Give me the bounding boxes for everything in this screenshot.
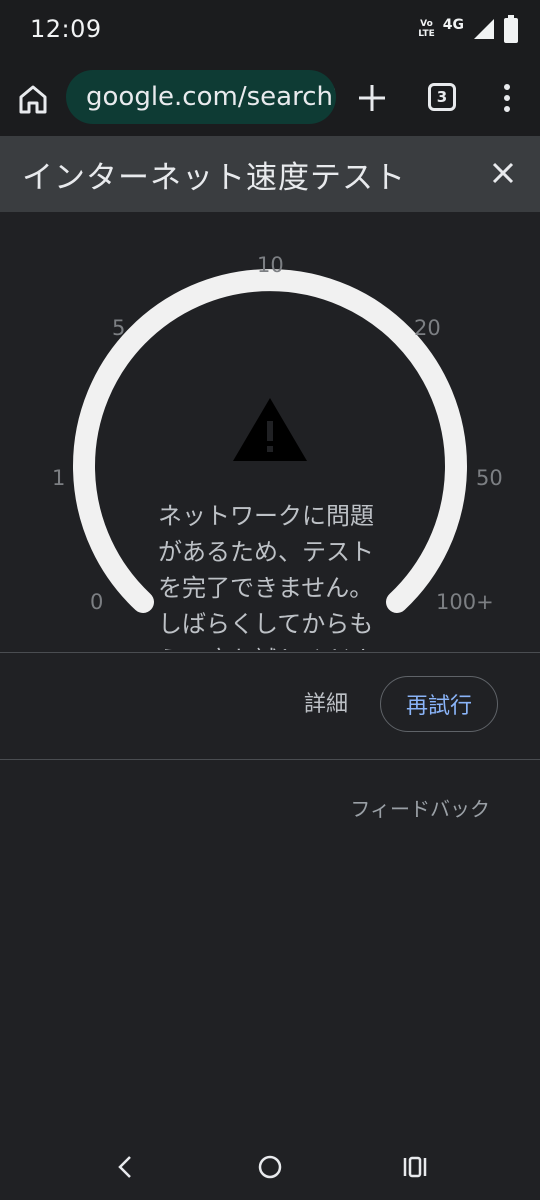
gauge-tick-5: 5 <box>112 316 126 340</box>
more-vert-icon[interactable] <box>496 80 518 116</box>
volte-top: Vo <box>420 19 433 29</box>
details-link[interactable]: 詳細 <box>304 686 348 718</box>
gauge-tick-1: 1 <box>52 466 66 490</box>
volte-bottom: LTE <box>418 29 435 39</box>
gauge-tick-20: 20 <box>414 316 441 340</box>
tabs-icon[interactable]: 3 <box>428 83 456 111</box>
gauge-tick-10: 10 <box>257 253 284 277</box>
error-message: ネットワークに問題があるため、テストを完了できません。しばらくしてからもう一度お… <box>158 502 374 650</box>
network-type: 4G <box>442 17 464 33</box>
divider <box>0 652 540 653</box>
panel-header: インターネット速度テスト <box>0 136 540 212</box>
warning-icon <box>233 398 307 461</box>
home-icon[interactable] <box>16 82 50 116</box>
plus-icon[interactable] <box>356 82 388 114</box>
panel-title: インターネット速度テスト <box>22 159 406 196</box>
status-time: 12:09 <box>30 15 102 43</box>
battery-icon <box>504 15 518 43</box>
system-nav-bar <box>0 1130 540 1200</box>
gauge-tick-0: 0 <box>90 590 104 614</box>
status-icons: Vo LTE 4G <box>418 15 518 43</box>
signal-icon <box>474 19 494 39</box>
url-bar[interactable]: google.com/search?q=speed+test <box>66 70 336 124</box>
browser-toolbar: google.com/search?q=speed+test 3 <box>0 58 540 136</box>
close-icon[interactable] <box>490 160 516 186</box>
back-icon[interactable] <box>114 1154 136 1180</box>
volte-indicator: Vo LTE <box>418 19 435 39</box>
feedback-link[interactable]: フィードバック <box>350 793 490 822</box>
gauge-tick-50: 50 <box>476 466 503 490</box>
gauge-tick-100: 100+ <box>436 590 494 614</box>
status-bar: 12:09 Vo LTE 4G <box>0 0 540 58</box>
url-text[interactable]: google.com/search?q=speed+test <box>86 82 336 112</box>
divider <box>0 759 540 760</box>
recents-icon[interactable] <box>402 1154 428 1180</box>
home-circle-icon[interactable] <box>257 1154 283 1180</box>
retry-button[interactable]: 再試行 <box>380 676 498 732</box>
